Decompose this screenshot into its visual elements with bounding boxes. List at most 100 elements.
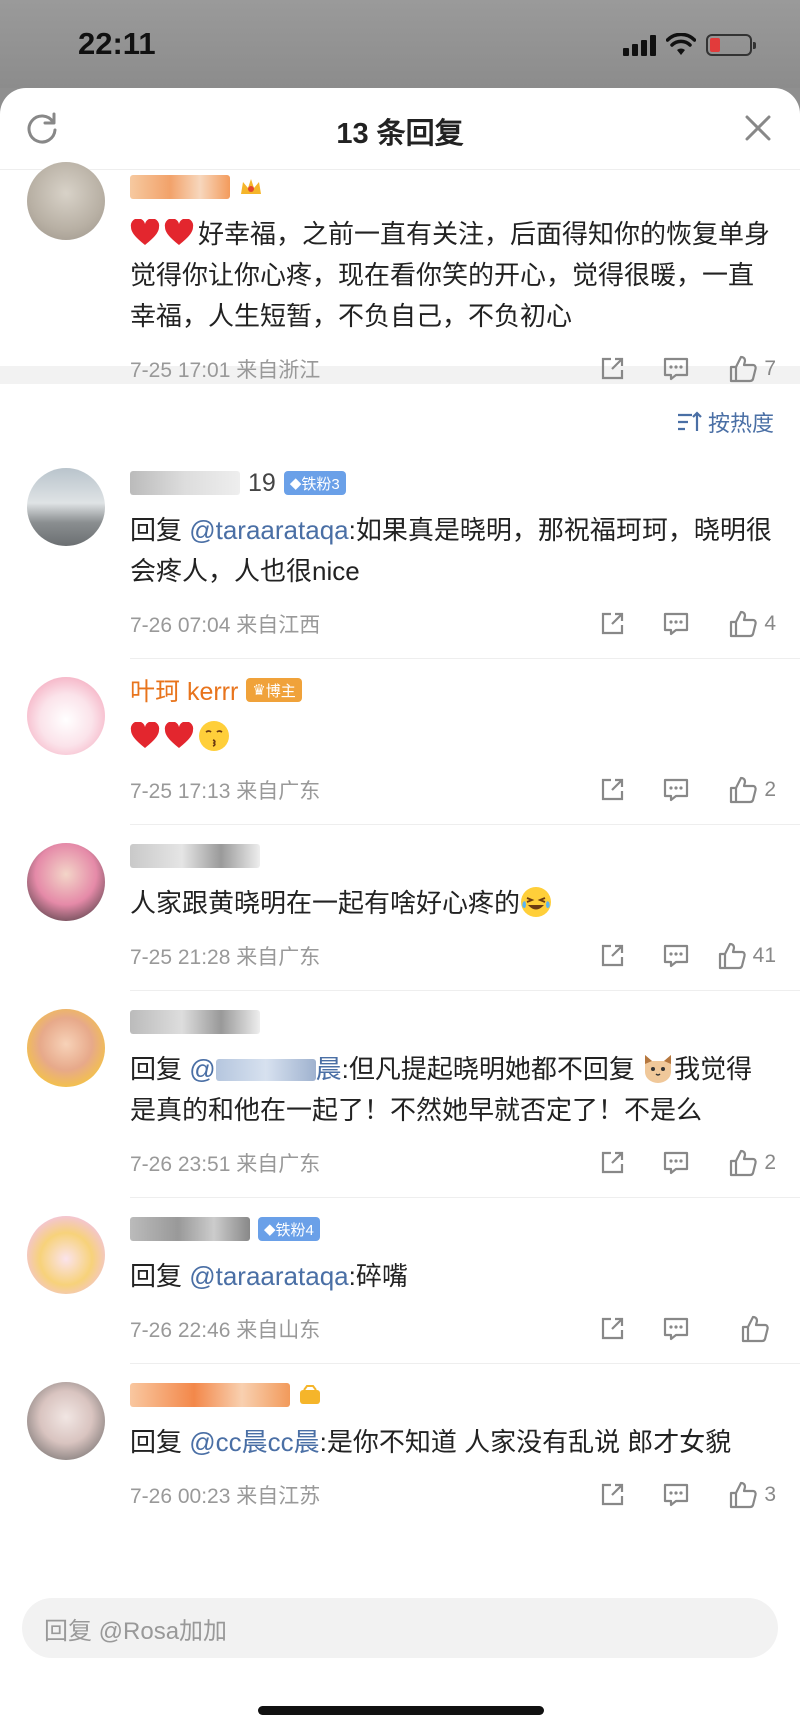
reply-input-placeholder: 回复 @Rosa加加 xyxy=(44,1617,228,1645)
comment-button[interactable] xyxy=(644,1475,708,1515)
sort-icon xyxy=(677,411,702,431)
comment-text: 回复 @ 晨:但凡提起晓明她都不回复 我觉得是真的和他在一起了！不然她早就否定了！… xyxy=(130,1049,776,1131)
blurred-name xyxy=(130,1010,260,1034)
share-icon xyxy=(601,1317,624,1340)
avatar[interactable] xyxy=(27,468,105,546)
comment-button[interactable] xyxy=(644,936,708,976)
avatar[interactable] xyxy=(27,1382,105,1460)
like-button[interactable]: 4 xyxy=(708,604,776,644)
like-button[interactable]: 7 xyxy=(708,349,776,389)
comment-text: 回复 @taraarataqa:如果真是晓明，那祝福珂珂，晓明很会疼人，人也很n… xyxy=(130,510,776,592)
fan-badge: ◆ 铁粉4 xyxy=(258,1217,320,1241)
close-icon[interactable] xyxy=(738,108,778,148)
share-button[interactable] xyxy=(580,770,644,810)
avatar[interactable] xyxy=(27,162,105,240)
share-button[interactable] xyxy=(580,936,644,976)
thumbs-up-icon xyxy=(718,942,746,970)
reply-prefix: 回复 xyxy=(130,515,190,545)
blurred-name xyxy=(130,471,240,495)
comment-time: 7-26 00:23 来自江苏 xyxy=(130,1485,321,1508)
sort-label: 按热度 xyxy=(707,411,774,436)
mention-link[interactable]: @taraarataqa xyxy=(189,515,348,545)
share-button[interactable] xyxy=(580,349,644,389)
comment-actions xyxy=(580,1309,776,1349)
reply-prefix: 回复 xyxy=(130,1261,190,1291)
avatar[interactable] xyxy=(27,1216,105,1294)
share-button[interactable] xyxy=(580,1143,644,1183)
reply-item: 19 ◆ 铁粉3 回复 @taraarataqa:如果真是晓明，那祝福珂珂，晓明… xyxy=(0,456,800,658)
username[interactable]: 叶珂 kerrr ♛ 博主 xyxy=(130,673,776,707)
like-button[interactable]: 41 xyxy=(708,936,776,976)
username[interactable] xyxy=(130,839,776,873)
share-icon xyxy=(601,357,624,380)
thumbs-up-icon xyxy=(730,776,758,804)
heart-emoji xyxy=(130,219,160,245)
like-count: 41 xyxy=(752,944,776,967)
mention-link[interactable]: @taraarataqa xyxy=(189,1261,348,1291)
share-button[interactable] xyxy=(580,1475,644,1515)
home-indicator[interactable] xyxy=(258,1706,544,1715)
comment-meta: 7-26 23:51 来自广东 2 xyxy=(130,1143,776,1183)
comment-meta: 7-25 17:01 来自浙江 7 xyxy=(130,349,776,389)
like-count: 2 xyxy=(764,1151,776,1174)
comment-icon xyxy=(663,1151,689,1175)
comment-button[interactable] xyxy=(644,349,708,389)
like-button[interactable] xyxy=(708,1309,776,1349)
blogger-badge: ♛ 博主 xyxy=(246,678,302,702)
username[interactable]: 19 ◆ 铁粉3 xyxy=(130,466,776,500)
laughing-tears-emoji xyxy=(521,887,552,917)
reply-prefix: 回复 xyxy=(130,1054,190,1084)
comment-text xyxy=(130,717,776,758)
username[interactable] xyxy=(130,1005,776,1039)
comment-time: 7-25 17:13 来自广东 xyxy=(130,780,321,803)
comment-button[interactable] xyxy=(644,1143,708,1183)
comment-body: 好幸福，之前一直有关注，后面得知你的恢复单身觉得你让你心疼，现在看你笑的开心，觉… xyxy=(130,219,771,331)
avatar[interactable] xyxy=(27,677,105,755)
like-button[interactable]: 3 xyxy=(708,1475,776,1515)
kiss-emoji xyxy=(199,721,229,751)
crown-icon xyxy=(241,179,261,194)
mention-link[interactable]: @cc晨cc晨 xyxy=(189,1427,319,1457)
blogger-badge-label: 博主 xyxy=(265,682,296,700)
avatar[interactable] xyxy=(27,843,105,921)
comment-body-a: :但凡提起晓明她都不回复 xyxy=(341,1054,635,1084)
status-bar: 22:11 xyxy=(0,0,800,88)
avatar[interactable] xyxy=(27,1009,105,1087)
share-button[interactable] xyxy=(580,1309,644,1349)
username[interactable] xyxy=(130,1378,776,1412)
mention-link[interactable]: @ 晨 xyxy=(189,1054,341,1084)
share-button[interactable] xyxy=(580,604,644,644)
comment-body: :是你不知道 人家没有乱说 郎才女貌 xyxy=(319,1427,732,1457)
sort-button[interactable]: 按热度 xyxy=(676,406,774,438)
sheet-title: 13 条回复 xyxy=(336,118,464,150)
reply-item: 回复 @ 晨:但凡提起晓明她都不回复 我觉得是真的和他在一起了！不然她早就否定了！… xyxy=(0,991,800,1197)
thumbs-up-icon xyxy=(741,1315,769,1343)
comment-button[interactable] xyxy=(644,770,708,810)
reply-input[interactable]: 回复 @Rosa加加 xyxy=(22,1598,778,1658)
blurred-name xyxy=(130,1383,290,1407)
comment-time: 7-26 23:51 来自广东 xyxy=(130,1153,321,1176)
comment-icon xyxy=(663,778,689,802)
comment-button[interactable] xyxy=(644,604,708,644)
blurred-mention xyxy=(215,1059,316,1081)
blurred-name xyxy=(130,1217,250,1241)
sheet-header: 13 条回复 xyxy=(0,88,800,170)
share-icon xyxy=(601,944,624,967)
comment-button[interactable] xyxy=(644,1309,708,1349)
username[interactable]: ◆ 铁粉4 xyxy=(130,1212,776,1246)
like-count: 3 xyxy=(764,1483,776,1506)
fan-badge-label: 铁粉4 xyxy=(275,1221,314,1239)
comment-body: :碎嘴 xyxy=(348,1261,408,1291)
comment-text: 回复 @taraarataqa:碎嘴 xyxy=(130,1256,776,1297)
like-button[interactable]: 2 xyxy=(708,1143,776,1183)
replies-sheet: 13 条回复 好幸福，之前一直有关注，后面得知你的恢复单身觉得你让你心疼，现在看… xyxy=(0,88,800,1730)
comment-text: 回复 @cc晨cc晨:是你不知道 人家没有乱说 郎才女貌 xyxy=(130,1422,776,1463)
username[interactable] xyxy=(130,170,776,204)
signal-icon xyxy=(623,34,656,56)
comment-text: 人家跟黄晓明在一起有啥好心疼的 xyxy=(130,883,776,924)
like-count: 4 xyxy=(764,612,776,635)
like-button[interactable]: 2 xyxy=(708,770,776,810)
mention-at: @ xyxy=(189,1054,216,1084)
status-time: 22:11 xyxy=(78,26,156,61)
comment-icon xyxy=(663,1317,689,1341)
